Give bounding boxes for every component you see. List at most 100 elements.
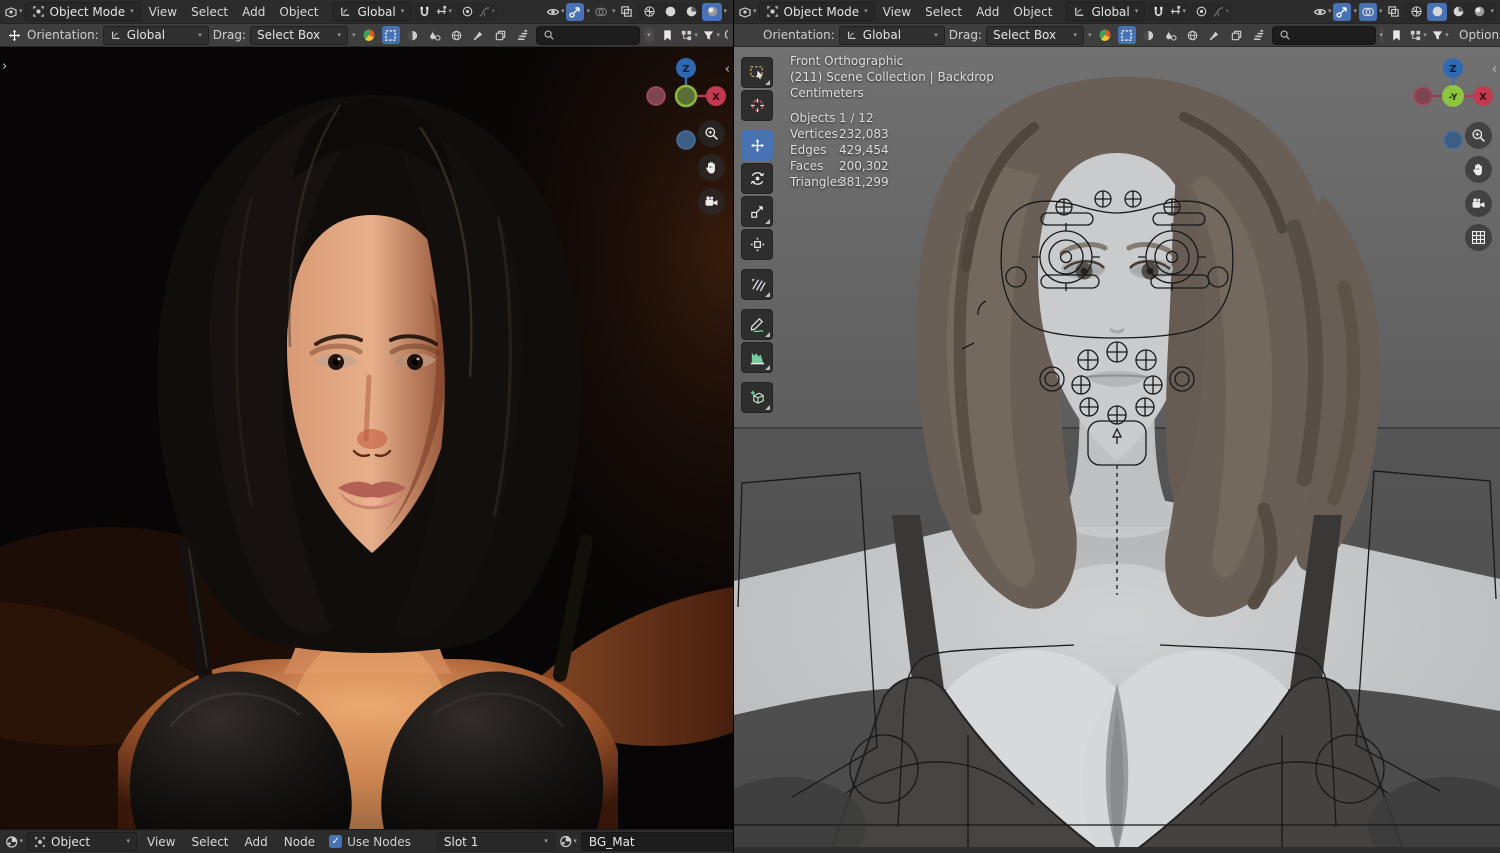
editor-type-button[interactable]: ▾ xyxy=(738,3,757,21)
select-box-mode-icon[interactable] xyxy=(1117,26,1136,44)
bookmark-icon[interactable] xyxy=(658,26,676,44)
pan-hand-button[interactable] xyxy=(1465,156,1492,183)
show-gizmo-toggle[interactable] xyxy=(566,2,585,21)
brush-icon[interactable] xyxy=(1206,26,1224,44)
show-overlays-toggle[interactable] xyxy=(592,3,610,21)
annotate-lines-tool[interactable] xyxy=(741,269,773,300)
shading-solid[interactable] xyxy=(660,3,680,21)
snap-settings-dropdown[interactable]: ▾ xyxy=(1168,3,1186,21)
node-menu-node[interactable]: Node xyxy=(278,833,321,851)
toolbar-expand-arrow[interactable]: › xyxy=(2,60,7,73)
collapse-pill[interactable]: ▾ xyxy=(643,27,655,43)
menu-object[interactable]: Object xyxy=(1007,3,1058,21)
snap-settings-dropdown[interactable]: ▾ xyxy=(434,3,452,21)
material-slot-dropdown[interactable]: Slot 1 ▾ xyxy=(436,832,555,851)
rendered-view-canvas[interactable] xyxy=(0,47,733,829)
editor-type-button[interactable]: ▾ xyxy=(4,3,23,21)
menu-add[interactable]: Add xyxy=(970,3,1005,21)
drag-dropdown[interactable]: Select Box ▾ xyxy=(985,25,1084,45)
shader-editor-type-button[interactable]: ▾ xyxy=(5,833,23,851)
filter-dropdown[interactable]: ▾ xyxy=(1431,26,1449,44)
mode-dropdown[interactable]: Object Mode ▾ xyxy=(758,2,875,21)
drag-dropdown[interactable]: Select Box ▾ xyxy=(249,25,348,45)
node-menu-add[interactable]: Add xyxy=(239,833,274,851)
shading-wireframe[interactable] xyxy=(1406,3,1426,21)
brush-icon[interactable] xyxy=(470,26,488,44)
menu-select[interactable]: Select xyxy=(919,3,968,21)
proportional-falloff-dropdown[interactable]: ▾ xyxy=(477,3,495,21)
menu-select[interactable]: Select xyxy=(185,3,234,21)
rotate-tool[interactable] xyxy=(741,163,773,194)
node-menu-select[interactable]: Select xyxy=(185,833,234,851)
move-tool[interactable] xyxy=(741,130,773,161)
xray-toggle[interactable] xyxy=(1384,3,1402,21)
measure-tool[interactable] xyxy=(741,342,773,373)
options-label-cut[interactable]: O xyxy=(724,28,728,42)
shading-wireframe[interactable] xyxy=(639,3,659,21)
menu-view[interactable]: View xyxy=(877,3,917,21)
matcap-sphere-icon[interactable] xyxy=(360,26,378,44)
shading-material-preview[interactable] xyxy=(681,3,701,21)
transform-orientation-dropdown[interactable]: Global ▾ xyxy=(332,2,412,21)
shading-rendered[interactable] xyxy=(1469,3,1489,21)
show-gizmo-toggle[interactable] xyxy=(1333,2,1352,21)
collections-dropdown[interactable]: ▾ xyxy=(1409,26,1427,44)
snap-toggle[interactable] xyxy=(415,3,433,21)
proportional-edit-toggle[interactable] xyxy=(458,3,476,21)
smear-icon[interactable] xyxy=(1250,26,1268,44)
use-nodes-checkbox[interactable]: ✓ Use Nodes xyxy=(329,835,411,849)
collections-dropdown[interactable]: ▾ xyxy=(680,26,698,44)
halfball-icon[interactable] xyxy=(1140,26,1158,44)
zoom-button[interactable] xyxy=(698,120,725,147)
scale-tool[interactable] xyxy=(741,196,773,227)
search-input[interactable] xyxy=(1271,25,1376,45)
camera-view-button[interactable] xyxy=(698,188,725,215)
material-name-field[interactable]: BG_Mat xyxy=(580,832,733,851)
stamp-icon[interactable] xyxy=(1228,26,1246,44)
menu-add[interactable]: Add xyxy=(236,3,271,21)
object-visibility-dropdown[interactable]: ▾ xyxy=(546,3,564,21)
matcap-sphere-icon[interactable] xyxy=(1096,26,1114,44)
show-overlays-toggle[interactable] xyxy=(1358,2,1377,21)
perspective-toggle-button[interactable] xyxy=(1465,224,1492,251)
globe-icon[interactable] xyxy=(1184,26,1202,44)
transform-tool[interactable] xyxy=(741,229,773,260)
proportional-edit-toggle[interactable] xyxy=(1192,3,1210,21)
proportional-falloff-dropdown[interactable]: ▾ xyxy=(1211,3,1229,21)
bookmark-icon[interactable] xyxy=(1387,26,1405,44)
mode-dropdown[interactable]: Object Mode ▾ xyxy=(24,2,141,21)
annotate-tool[interactable] xyxy=(741,309,773,340)
shading-material-preview[interactable] xyxy=(1448,3,1468,21)
select-box-tool[interactable] xyxy=(741,57,773,88)
droplet-icon[interactable] xyxy=(1162,26,1180,44)
menu-view[interactable]: View xyxy=(143,3,183,21)
search-input[interactable] xyxy=(535,25,640,45)
transform-orientation-dropdown[interactable]: Global ▾ xyxy=(1066,2,1146,21)
zoom-button[interactable] xyxy=(1465,122,1492,149)
add-cube-tool[interactable] xyxy=(741,382,773,413)
snap-toggle[interactable] xyxy=(1149,3,1167,21)
cursor-tool[interactable] xyxy=(741,90,773,121)
halfball-icon[interactable] xyxy=(404,26,422,44)
collapse-pill[interactable]: ▾ xyxy=(1379,27,1384,43)
node-menu-view[interactable]: View xyxy=(141,833,181,851)
orientation-dropdown[interactable]: Global ▾ xyxy=(838,25,945,45)
pan-hand-button[interactable] xyxy=(698,154,725,181)
object-visibility-dropdown[interactable]: ▾ xyxy=(1313,3,1331,21)
shading-solid[interactable] xyxy=(1427,2,1448,21)
orientation-label: Orientation: xyxy=(763,28,835,42)
select-box-mode-icon[interactable] xyxy=(381,26,400,44)
orientation-dropdown[interactable]: Global ▾ xyxy=(102,25,209,45)
droplet-icon[interactable] xyxy=(426,26,444,44)
stamp-icon[interactable] xyxy=(492,26,510,44)
filter-dropdown[interactable]: ▾ xyxy=(702,26,720,44)
shading-rendered[interactable] xyxy=(702,2,723,21)
globe-icon[interactable] xyxy=(448,26,466,44)
menu-object[interactable]: Object xyxy=(273,3,324,21)
xray-toggle[interactable] xyxy=(617,3,635,21)
material-browse-dropdown[interactable]: ▾ xyxy=(559,833,577,851)
options-dropdown[interactable]: Options xyxy=(1459,28,1500,42)
smear-icon[interactable] xyxy=(514,26,532,44)
shader-type-dropdown[interactable]: Object ▾ xyxy=(27,832,137,851)
camera-view-button[interactable] xyxy=(1465,190,1492,217)
